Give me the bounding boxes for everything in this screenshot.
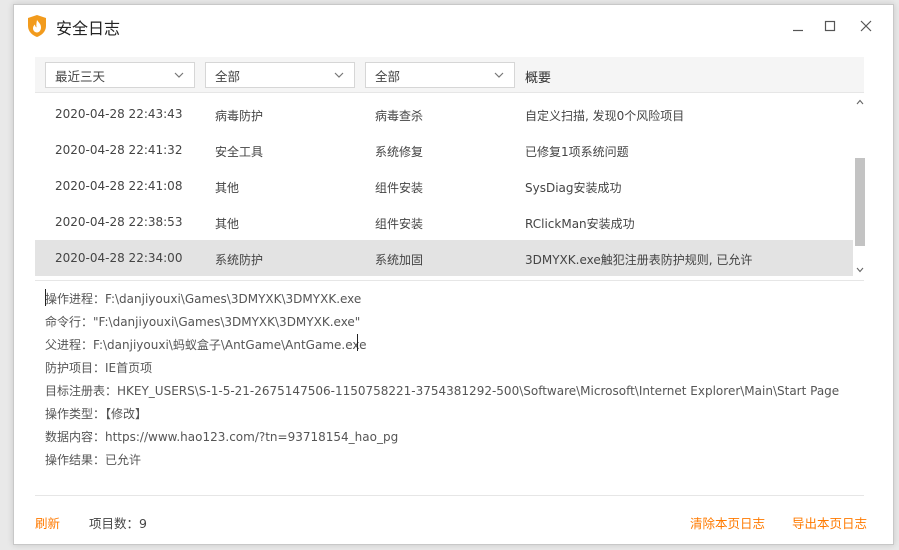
window-title: 安全日志 xyxy=(56,19,121,38)
clear-page-log-link[interactable]: 清除本页日志 xyxy=(690,513,765,532)
row-summary: 自定义扫描, 发现0个风险项目 xyxy=(525,109,685,123)
filter-header: 最近三天 全部 全部 概要 xyxy=(35,57,864,93)
scroll-thumb[interactable] xyxy=(855,158,865,246)
detail-process: 操作进程：F:\danjiyouxi\Games\3DMYXK\3DMYXK.e… xyxy=(45,292,362,306)
item-count: 项目数：9 xyxy=(89,516,147,531)
text-caret xyxy=(45,289,46,306)
security-log-window: 安全日志 最近三天 全部 全部 概要 2020-04-28 22:43:43 病… xyxy=(13,4,894,545)
row-time: 2020-04-28 22:41:32 xyxy=(55,143,183,157)
row-summary: 3DMYXK.exe触犯注册表防护规则, 已允许 xyxy=(525,253,753,267)
row-type: 系统加固 xyxy=(375,253,424,267)
table-row[interactable]: 2020-04-28 22:43:43 病毒防护 病毒查杀 自定义扫描, 发现0… xyxy=(35,96,853,132)
time-range-value: 最近三天 xyxy=(55,68,106,84)
chevron-down-icon xyxy=(174,72,184,78)
category-dropdown[interactable]: 全部 xyxy=(205,62,355,88)
time-range-dropdown[interactable]: 最近三天 xyxy=(45,62,195,88)
footer-bar: 刷新 项目数：9 清除本页日志 导出本页日志 xyxy=(14,505,893,535)
divider xyxy=(35,280,864,281)
summary-column-header: 概要 xyxy=(525,71,552,86)
chevron-down-icon xyxy=(494,72,504,78)
log-table: 2020-04-28 22:43:43 病毒防护 病毒查杀 自定义扫描, 发现0… xyxy=(35,96,853,276)
minimize-icon xyxy=(793,29,803,32)
row-time: 2020-04-28 22:34:00 xyxy=(55,251,183,265)
table-row[interactable]: 2020-04-28 22:38:53 其他 组件安装 RClickMan安装成… xyxy=(35,204,853,240)
close-button[interactable] xyxy=(852,13,880,39)
row-category: 安全工具 xyxy=(215,145,264,159)
row-time: 2020-04-28 22:43:43 xyxy=(55,107,183,121)
scroll-down-button[interactable] xyxy=(854,264,866,276)
close-icon xyxy=(860,20,872,32)
detail-target-registry: 目标注册表：HKEY_USERS\S-1-5-21-2675147506-115… xyxy=(45,384,840,398)
row-time: 2020-04-28 22:38:53 xyxy=(55,215,183,229)
detail-operation-type: 操作类型：【修改】 xyxy=(45,407,148,421)
row-category: 其他 xyxy=(215,181,240,195)
maximize-button[interactable] xyxy=(816,13,844,39)
row-type: 组件安装 xyxy=(375,217,424,231)
table-row[interactable]: 2020-04-28 22:41:32 安全工具 系统修复 已修复1项系统问题 xyxy=(35,132,853,168)
row-type: 组件安装 xyxy=(375,181,424,195)
row-category: 病毒防护 xyxy=(215,109,264,123)
scroll-up-button[interactable] xyxy=(854,96,866,108)
maximize-icon xyxy=(824,20,836,32)
category-value: 全部 xyxy=(215,68,241,84)
log-details[interactable]: 操作进程：F:\danjiyouxi\Games\3DMYXK\3DMYXK.e… xyxy=(45,288,865,472)
row-summary: 已修复1项系统问题 xyxy=(525,145,629,159)
row-type: 系统修复 xyxy=(375,145,424,159)
text-caret xyxy=(357,334,358,351)
detail-operation-result: 操作结果：已允许 xyxy=(45,453,142,467)
detail-data-content: 数据内容：https://www.hao123.com/?tn=93718154… xyxy=(45,430,399,444)
chevron-up-icon xyxy=(856,99,864,105)
row-category: 其他 xyxy=(215,217,240,231)
chevron-down-icon xyxy=(856,267,864,273)
type-dropdown[interactable]: 全部 xyxy=(365,62,515,88)
row-time: 2020-04-28 22:41:08 xyxy=(55,179,183,193)
table-scrollbar[interactable] xyxy=(854,96,866,276)
row-category: 系统防护 xyxy=(215,253,264,267)
row-summary: RClickMan安装成功 xyxy=(525,217,635,231)
minimize-button[interactable] xyxy=(784,13,812,39)
chevron-down-icon xyxy=(334,72,344,78)
export-page-log-link[interactable]: 导出本页日志 xyxy=(792,513,867,532)
refresh-link[interactable]: 刷新 xyxy=(35,513,60,532)
type-value: 全部 xyxy=(375,68,401,84)
divider xyxy=(35,495,864,496)
detail-command-line: 命令行："F:\danjiyouxi\Games\3DMYXK\3DMYXK.e… xyxy=(45,315,361,329)
table-row-selected[interactable]: 2020-04-28 22:34:00 系统防护 系统加固 3DMYXK.exe… xyxy=(35,240,853,276)
title-bar: 安全日志 xyxy=(14,5,893,47)
detail-parent-process: 父进程：F:\danjiyouxi\蚂蚁盒子\AntGame\AntGame.e… xyxy=(45,338,367,352)
shield-flame-icon xyxy=(26,14,48,38)
row-summary: SysDiag安装成功 xyxy=(525,181,622,195)
detail-protection-item: 防护项目：IE首页项 xyxy=(45,361,153,375)
row-type: 病毒查杀 xyxy=(375,109,424,123)
table-row[interactable]: 2020-04-28 22:41:08 其他 组件安装 SysDiag安装成功 xyxy=(35,168,853,204)
